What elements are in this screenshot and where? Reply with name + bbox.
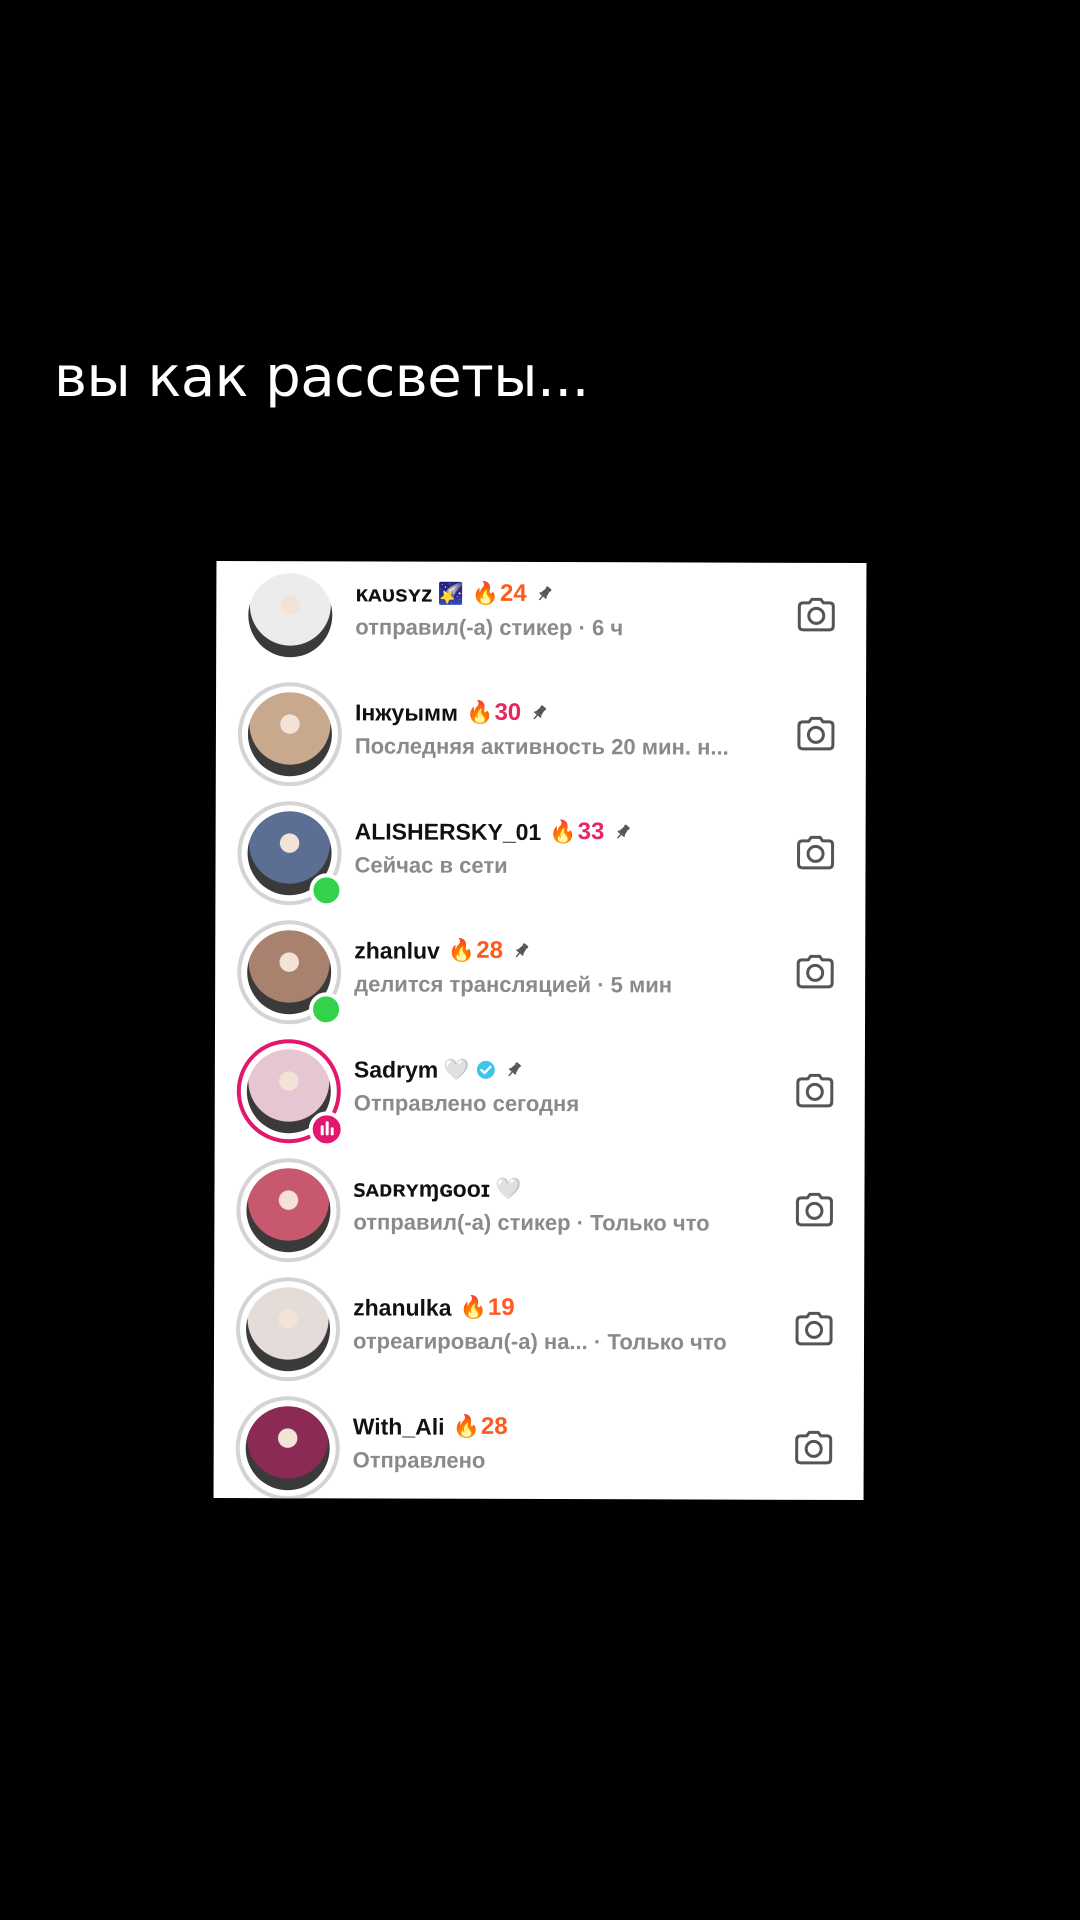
streak-count: 30 — [494, 698, 522, 726]
username: ALISHERSKY_01 — [354, 817, 542, 845]
pin-icon — [530, 704, 548, 722]
avatar[interactable] — [237, 682, 343, 787]
streak-counter: 🔥 28 — [448, 937, 503, 965]
chat-row[interactable]: ALISHERSKY_01 🔥 33 Сейчас в сети — [215, 793, 865, 914]
chat-status: Последняя активность 20 мин. н... — [354, 733, 729, 760]
chat-status: Отправлено — [352, 1447, 486, 1473]
avatar[interactable] — [236, 1158, 341, 1263]
fire-icon: 🔥 — [459, 1295, 487, 1321]
chat-row[interactable]: With_Ali 🔥 28 Отправлено — [214, 1388, 864, 1501]
chat-row[interactable]: Sadrym 🤍 Отправлено сегодня — [215, 1031, 865, 1152]
name-emoji: 🤍 — [495, 1176, 522, 1201]
profile-photo — [248, 573, 333, 658]
name-emoji: 🤍 — [443, 1057, 470, 1082]
streak-count: 28 — [480, 1412, 508, 1440]
profile-photo — [245, 1406, 330, 1491]
streak-count: 28 — [476, 936, 504, 964]
username: zhanulka — [353, 1293, 452, 1321]
camera-icon[interactable] — [795, 1073, 835, 1109]
streak-counter: 🔥 30 — [466, 699, 521, 727]
camera-icon[interactable] — [796, 716, 836, 752]
username: ꜱᴀᴅʀʏɱɢᴏᴏɪ — [353, 1174, 491, 1202]
chat-row[interactable]: zhanulka 🔥 19 отреагировал(-а) на... · Толь… — [214, 1269, 864, 1390]
chat-status: Отправлено сегодня — [353, 1090, 580, 1117]
pin-icon — [504, 1061, 522, 1079]
profile-photo — [246, 1168, 331, 1253]
camera-icon[interactable] — [796, 597, 836, 633]
avatar[interactable] — [235, 1277, 341, 1382]
fire-icon: 🔥 — [471, 581, 500, 607]
camera-icon[interactable] — [794, 1311, 834, 1347]
chat-status: делится трансляцией · 5 мин — [354, 971, 673, 998]
chat-status: Сейчас в сети — [354, 852, 508, 878]
streak-count: 19 — [487, 1293, 515, 1321]
fire-icon: 🔥 — [549, 819, 577, 845]
username: ĸᴀᴜѕʏᴢ — [355, 579, 433, 607]
avatar[interactable] — [235, 1396, 340, 1501]
pin-icon — [512, 942, 530, 960]
camera-icon[interactable] — [795, 954, 835, 990]
online-indicator — [309, 873, 344, 908]
pin-icon — [536, 585, 554, 603]
username: With_Ali — [352, 1412, 445, 1440]
streak-counter: 🔥 19 — [460, 1294, 515, 1322]
name-emoji: 🌠 — [437, 581, 464, 606]
username: zhanluv — [354, 936, 440, 964]
streak-counter: 🔥 28 — [453, 1413, 508, 1441]
pin-icon — [613, 823, 631, 841]
fire-icon: 🔥 — [466, 700, 494, 726]
camera-icon[interactable] — [794, 1430, 834, 1466]
camera-icon[interactable] — [796, 835, 836, 871]
avatar[interactable] — [237, 920, 344, 1027]
audio-live-icon — [308, 1111, 345, 1148]
chat-row[interactable]: ĸᴀᴜѕʏᴢ 🌠 🔥 24 отправил(-а) стикер · 6 ч — [216, 561, 866, 676]
username: Sadrym — [353, 1055, 439, 1083]
verified-icon — [475, 1060, 495, 1080]
streak-counter: 🔥 33 — [549, 818, 604, 846]
caption-text: вы как рассветы... — [54, 345, 589, 410]
fire-icon: 🔥 — [452, 1414, 480, 1440]
streak-count: 24 — [500, 579, 527, 607]
chat-row[interactable]: zhanluv 🔥 28 делится трансляцией · 5 мин — [215, 912, 865, 1033]
streak-counter: 🔥 24 — [472, 580, 527, 608]
chat-list: ĸᴀᴜѕʏᴢ 🌠 🔥 24 отправил(-а) стикер · 6 ч Інжуы… — [213, 560, 867, 1501]
chat-row[interactable]: ꜱᴀᴅʀʏɱɢᴏᴏɪ 🤍 отправил(-а) стикер · Только … — [214, 1150, 864, 1271]
profile-photo — [247, 692, 333, 777]
chat-status: отреагировал(-а) на... · Только что — [352, 1328, 727, 1355]
streak-count: 33 — [577, 818, 605, 846]
online-indicator — [309, 992, 344, 1027]
fire-icon: 🔥 — [447, 938, 476, 964]
chat-status: отправил(-а) стикер · Только что — [353, 1209, 710, 1236]
chat-status: отправил(-а) стикер · 6 ч — [355, 614, 624, 641]
avatar[interactable] — [237, 801, 344, 908]
username: Інжуымм — [354, 698, 459, 726]
camera-icon[interactable] — [794, 1192, 834, 1228]
chat-row[interactable]: Інжуымм 🔥 30 Последняя активность 20 мин. н… — [216, 674, 866, 795]
avatar[interactable] — [236, 1039, 345, 1148]
profile-photo — [245, 1287, 331, 1372]
avatar[interactable] — [238, 563, 342, 667]
